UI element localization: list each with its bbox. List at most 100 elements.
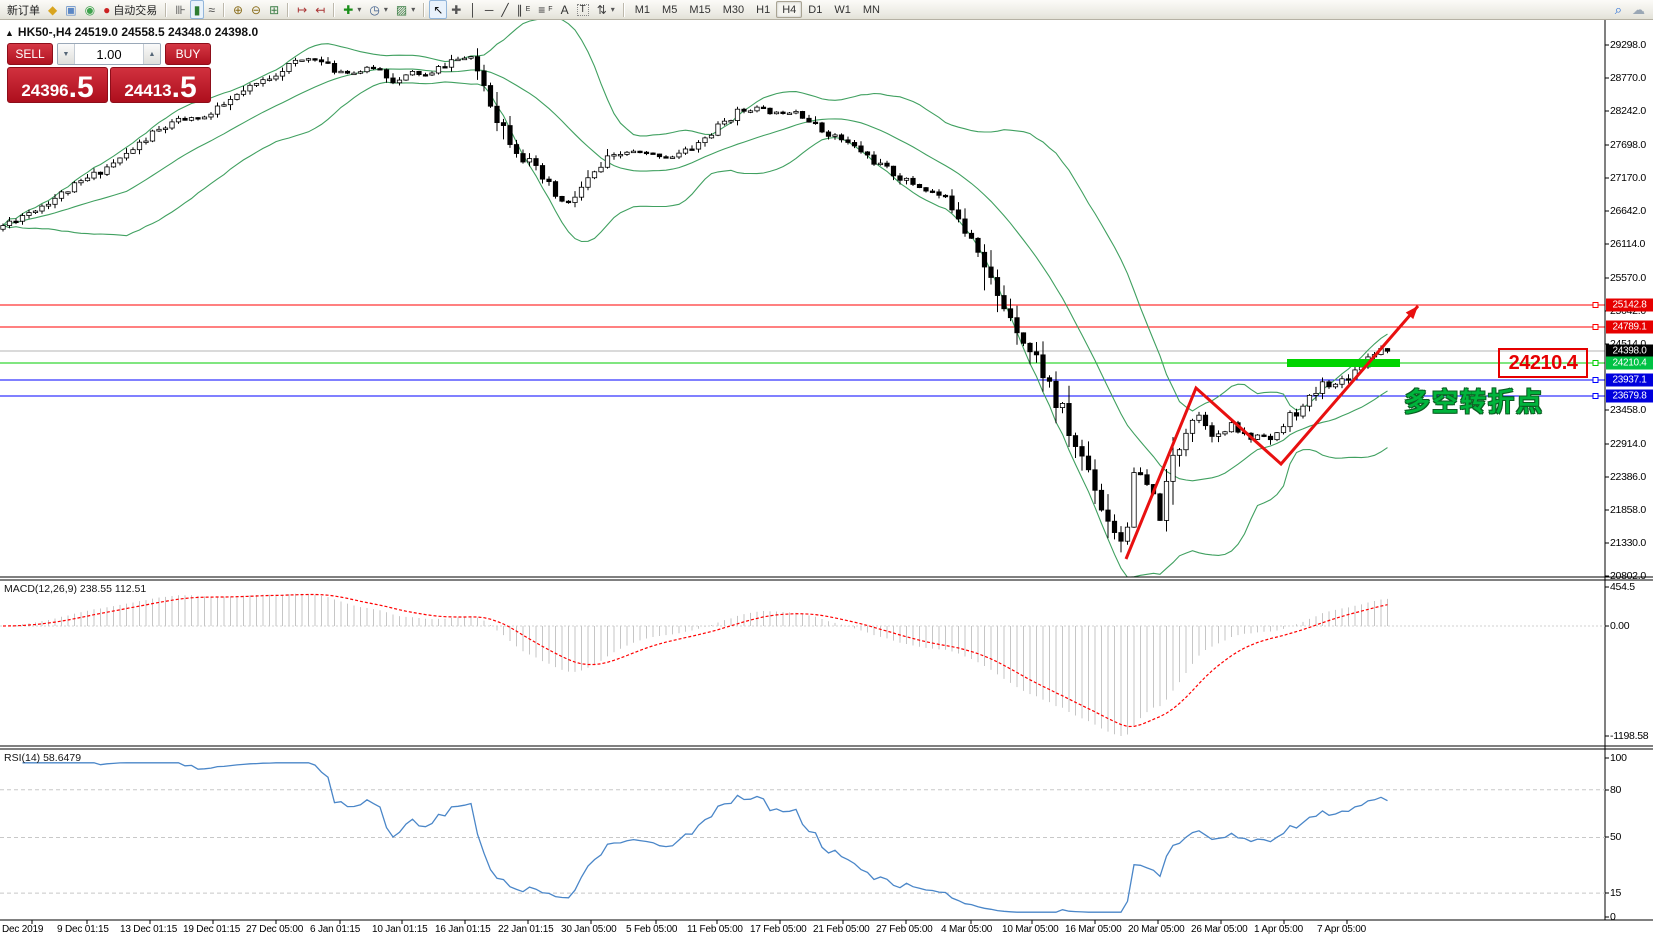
candle [858, 145, 864, 153]
timeframe-button-h1[interactable]: H1 [750, 1, 776, 18]
line-end-marker[interactable] [1592, 360, 1599, 366]
line-end-marker[interactable] [1592, 377, 1599, 383]
template-icon-dropdown[interactable]: ▾ [411, 5, 415, 14]
periods-icon-dropdown[interactable]: ▾ [384, 5, 388, 14]
price-axis-label: 21330.0 [1610, 537, 1646, 549]
candle [845, 139, 851, 143]
new-order-button[interactable]: 新订单 [3, 0, 44, 19]
line-end-marker[interactable] [1592, 324, 1599, 330]
candle [793, 111, 799, 114]
candle [1072, 435, 1079, 447]
timeframe-button-m30[interactable]: M30 [717, 1, 750, 18]
sell-price-panel[interactable]: 24396.5 [7, 67, 108, 103]
support-zone-bar[interactable] [1287, 359, 1400, 367]
candle [533, 158, 539, 166]
zoom-out-icon[interactable]: ⊖ [247, 0, 265, 19]
horizontal-line-icon[interactable]: ─ [481, 0, 498, 19]
arrows-tool-icon[interactable]: ⇅ ▾ [593, 0, 619, 19]
volume-input[interactable]: 1.00 [75, 44, 143, 64]
toolbar-separator [222, 2, 225, 17]
add-indicator-icon[interactable]: ✚ ▾ [339, 0, 365, 19]
candle [695, 142, 702, 150]
candle [1027, 342, 1033, 353]
candle [331, 62, 338, 73]
timeframe-button-h4[interactable]: H4 [776, 1, 803, 18]
candle [1124, 526, 1131, 542]
level-annotation-box[interactable]: 24210.4 [1498, 348, 1588, 378]
chart-shift-icon[interactable]: ↤ [311, 0, 329, 19]
tile-windows-icon[interactable]: ⊞ [265, 0, 283, 19]
candle [702, 137, 708, 144]
trendline-icon: ╱ [501, 2, 509, 17]
add-indicator-icon-dropdown[interactable]: ▾ [357, 5, 361, 14]
candle [871, 154, 877, 165]
timeframe-button-m5[interactable]: M5 [656, 1, 683, 18]
candle [975, 237, 981, 253]
candle [1202, 414, 1209, 427]
market-watch-icon[interactable]: ◆ [44, 0, 61, 19]
equidistant-channel-icon[interactable]: ∥ E [513, 0, 535, 19]
template-icon[interactable]: ▨ ▾ [392, 0, 419, 19]
line-end-marker[interactable] [1592, 302, 1599, 308]
candle [721, 120, 728, 125]
navigator-icon[interactable]: ▣ [61, 0, 80, 19]
price-axis-label: 27170.0 [1610, 172, 1646, 184]
timeframe-button-m1[interactable]: M1 [629, 1, 656, 18]
chart-canvas[interactable] [0, 20, 1653, 942]
fibonacci-icon[interactable]: ≡ F [534, 0, 556, 19]
signals-icon[interactable]: ◉ [81, 0, 99, 19]
candle [1274, 432, 1280, 441]
autotrading-button[interactable]: ● 自动交易 [99, 0, 161, 19]
candle [39, 205, 45, 212]
candle [429, 72, 435, 76]
candle [630, 150, 637, 154]
line-end-marker[interactable] [1592, 393, 1599, 399]
time-axis-label: 10 Mar 05:00 [1002, 924, 1059, 935]
candle [84, 177, 91, 182]
timeframe-button-m15[interactable]: M15 [683, 1, 716, 18]
candle [585, 177, 591, 188]
cursor-icon[interactable]: ↖ [429, 0, 448, 19]
timeframe-button-mn[interactable]: MN [857, 1, 886, 18]
line-chart-icon[interactable]: ≈ [204, 0, 219, 19]
collapse-ohlc-icon[interactable]: ▲ [5, 28, 14, 38]
buy-price-main: 24413 [124, 81, 172, 100]
candle [708, 134, 715, 139]
community-icon[interactable]: ☁ [1632, 2, 1645, 18]
candle [266, 78, 273, 81]
candle [838, 134, 845, 141]
timeframe-button-d1[interactable]: D1 [802, 1, 828, 18]
vertical-line-icon[interactable]: │ [465, 0, 481, 19]
candle [422, 74, 429, 77]
candle [780, 111, 786, 114]
candle [409, 70, 416, 76]
candle [52, 197, 58, 205]
text-label-icon[interactable]: T [573, 0, 593, 19]
time-axis-label: Dec 2019 [2, 924, 44, 935]
candlestick-chart-icon[interactable]: ▮ [189, 0, 205, 19]
text-icon[interactable]: A [557, 0, 573, 19]
turning-point-annotation[interactable]: 多空转折点 [1404, 382, 1544, 419]
timeframe-button-w1[interactable]: W1 [828, 1, 857, 18]
crosshair-icon[interactable]: ✚ [447, 0, 465, 19]
candle [1020, 332, 1027, 344]
candle [1228, 422, 1235, 433]
trendline-icon[interactable]: ╱ [497, 0, 512, 19]
arrows-tool-icon-dropdown[interactable]: ▾ [611, 5, 615, 14]
candle [227, 99, 234, 106]
buy-price-panel[interactable]: 24413.5 [110, 67, 211, 103]
volume-increase-button[interactable]: ▲ [143, 44, 160, 64]
toolbar-right-icons: ⌕ ☁ [1615, 2, 1653, 18]
sell-button[interactable]: SELL [7, 43, 53, 65]
search-icon[interactable]: ⌕ [1615, 2, 1622, 18]
candle [1111, 520, 1118, 533]
candle [442, 66, 448, 69]
time-axis-label: 5 Feb 05:00 [626, 924, 678, 935]
buy-button[interactable]: BUY [165, 43, 211, 65]
bar-chart-icon[interactable]: ⊪ [171, 0, 189, 19]
zoom-in-icon[interactable]: ⊕ [229, 0, 247, 19]
candle [6, 220, 13, 226]
volume-decrease-button[interactable]: ▼ [58, 44, 75, 64]
auto-scroll-icon[interactable]: ↦ [293, 0, 311, 19]
periods-icon[interactable]: ◷ ▾ [365, 0, 392, 19]
